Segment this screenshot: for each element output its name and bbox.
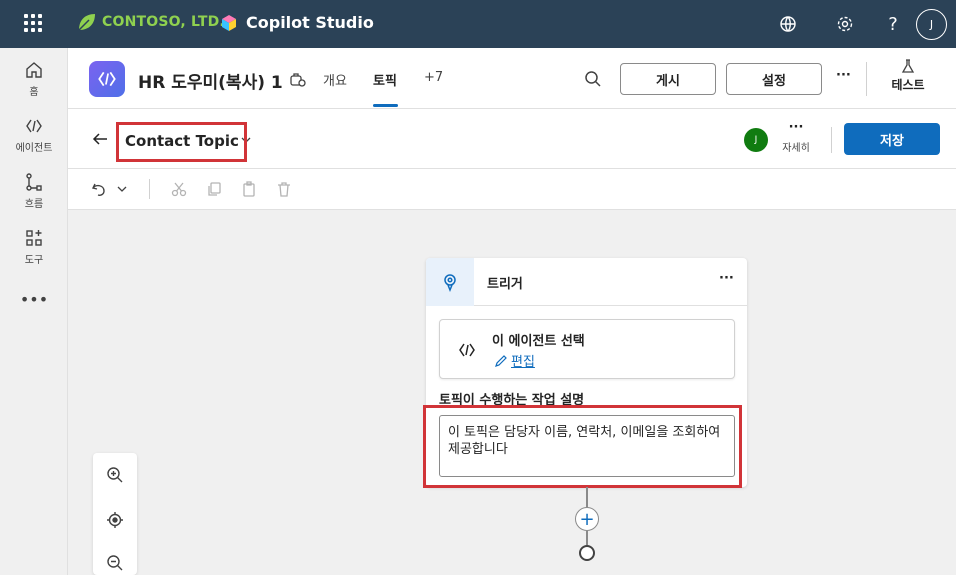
details-button[interactable]: ··· 자세히: [778, 120, 814, 155]
trigger-node-header: 트리거 ···: [426, 258, 747, 306]
node-more-icon[interactable]: ···: [719, 271, 734, 286]
divider: [866, 62, 867, 96]
trigger-icon: [444, 274, 456, 292]
back-arrow-icon[interactable]: [91, 130, 109, 148]
copy-icon[interactable]: [206, 181, 222, 197]
details-more-icon: ···: [788, 120, 804, 135]
rail-item-agents[interactable]: 에이전트: [0, 116, 68, 154]
copilot-cube-icon: [222, 14, 236, 31]
connector-line: [586, 531, 588, 545]
add-node-button[interactable]: +: [575, 507, 599, 531]
agent-header: HR 도우미(복사) 1 개요 토픽 +7 게시 설정 ··· 테스트: [68, 48, 956, 109]
more-options-icon[interactable]: ···: [836, 68, 851, 83]
divider: [149, 179, 150, 199]
authoring-canvas[interactable]: 트리거 ··· 이 에이전트 선택 편집 토픽이 수행하는 작업 설명 이 토픽…: [68, 210, 956, 575]
flask-icon: [901, 59, 915, 73]
edit-link[interactable]: 편집: [494, 351, 535, 370]
agent-select-card[interactable]: 이 에이전트 선택 편집: [439, 319, 735, 379]
trigger-node-title: 트리거: [487, 277, 523, 292]
flow-icon: [26, 173, 42, 191]
rail-label: 흐름: [24, 199, 44, 210]
rail-more-icon[interactable]: •••: [0, 290, 68, 309]
app-launcher-icon[interactable]: [24, 14, 42, 32]
test-label: 테스트: [891, 78, 925, 92]
home-icon: [26, 62, 42, 78]
rail-label: 홈: [29, 87, 39, 98]
help-icon[interactable]: ?: [881, 12, 905, 36]
gear-icon[interactable]: [833, 12, 857, 36]
rail-item-flows[interactable]: 흐름: [0, 172, 68, 210]
recenter-icon[interactable]: [103, 508, 127, 532]
tab-more[interactable]: +7: [424, 70, 443, 85]
rail-item-tools[interactable]: 도구: [0, 228, 68, 266]
brand-name: CONTOSO, LTD.: [102, 14, 225, 30]
zoom-controls: [93, 453, 137, 575]
search-icon[interactable]: [584, 70, 602, 88]
agent-status-icon[interactable]: [288, 70, 306, 88]
zoom-in-icon[interactable]: [103, 463, 127, 487]
user-presence-avatar[interactable]: J: [744, 128, 768, 152]
paste-icon[interactable]: [241, 181, 257, 197]
agent-avatar-icon: [89, 61, 125, 97]
left-rail: 홈 에이전트 흐름 도구 •••: [0, 48, 68, 575]
settings-button[interactable]: 설정: [726, 63, 822, 95]
delete-icon[interactable]: [276, 181, 292, 197]
test-button[interactable]: 테스트: [886, 58, 930, 93]
rail-label: 도구: [24, 255, 44, 266]
product-name: Copilot Studio: [246, 13, 374, 32]
tab-topics[interactable]: 토픽: [373, 70, 397, 89]
highlight-box-topic-name: [116, 122, 247, 162]
agent-title: HR 도우미(복사) 1: [138, 73, 283, 93]
cut-icon[interactable]: [171, 181, 187, 197]
topic-header: Contact Topic J ··· 자세히 저장: [68, 109, 956, 169]
active-tab-indicator: [373, 104, 398, 107]
undo-icon[interactable]: [90, 180, 108, 198]
divider: [831, 127, 832, 153]
brand-logo: CONTOSO, LTD.: [76, 11, 225, 33]
details-label: 자세히: [782, 143, 810, 154]
user-avatar[interactable]: J: [916, 9, 947, 40]
highlight-box-description: [423, 405, 742, 488]
chevron-down-icon[interactable]: [116, 183, 128, 195]
rail-label: 에이전트: [15, 143, 53, 154]
editor-toolbar: [68, 169, 956, 210]
end-node: [579, 545, 595, 561]
agent-icon: [459, 343, 475, 357]
trigger-node-iconbox: [426, 258, 474, 306]
product-title[interactable]: Copilot Studio: [220, 13, 374, 32]
leaf-logo-icon: [78, 14, 95, 31]
tools-icon: [26, 230, 42, 246]
top-bar: CONTOSO, LTD. Copilot Studio ? J: [0, 0, 956, 48]
publish-button[interactable]: 게시: [620, 63, 716, 95]
connector-line: [586, 487, 588, 507]
agent-icon: [26, 119, 42, 133]
agent-select-label: 이 에이전트 선택: [492, 334, 585, 349]
environment-icon[interactable]: [776, 12, 800, 36]
edit-link-label: 편집: [511, 355, 535, 370]
tab-overview[interactable]: 개요: [323, 70, 347, 89]
zoom-out-icon[interactable]: [103, 551, 127, 575]
save-button[interactable]: 저장: [844, 123, 940, 155]
pencil-icon: [495, 354, 507, 367]
rail-item-home[interactable]: 홈: [0, 60, 68, 98]
